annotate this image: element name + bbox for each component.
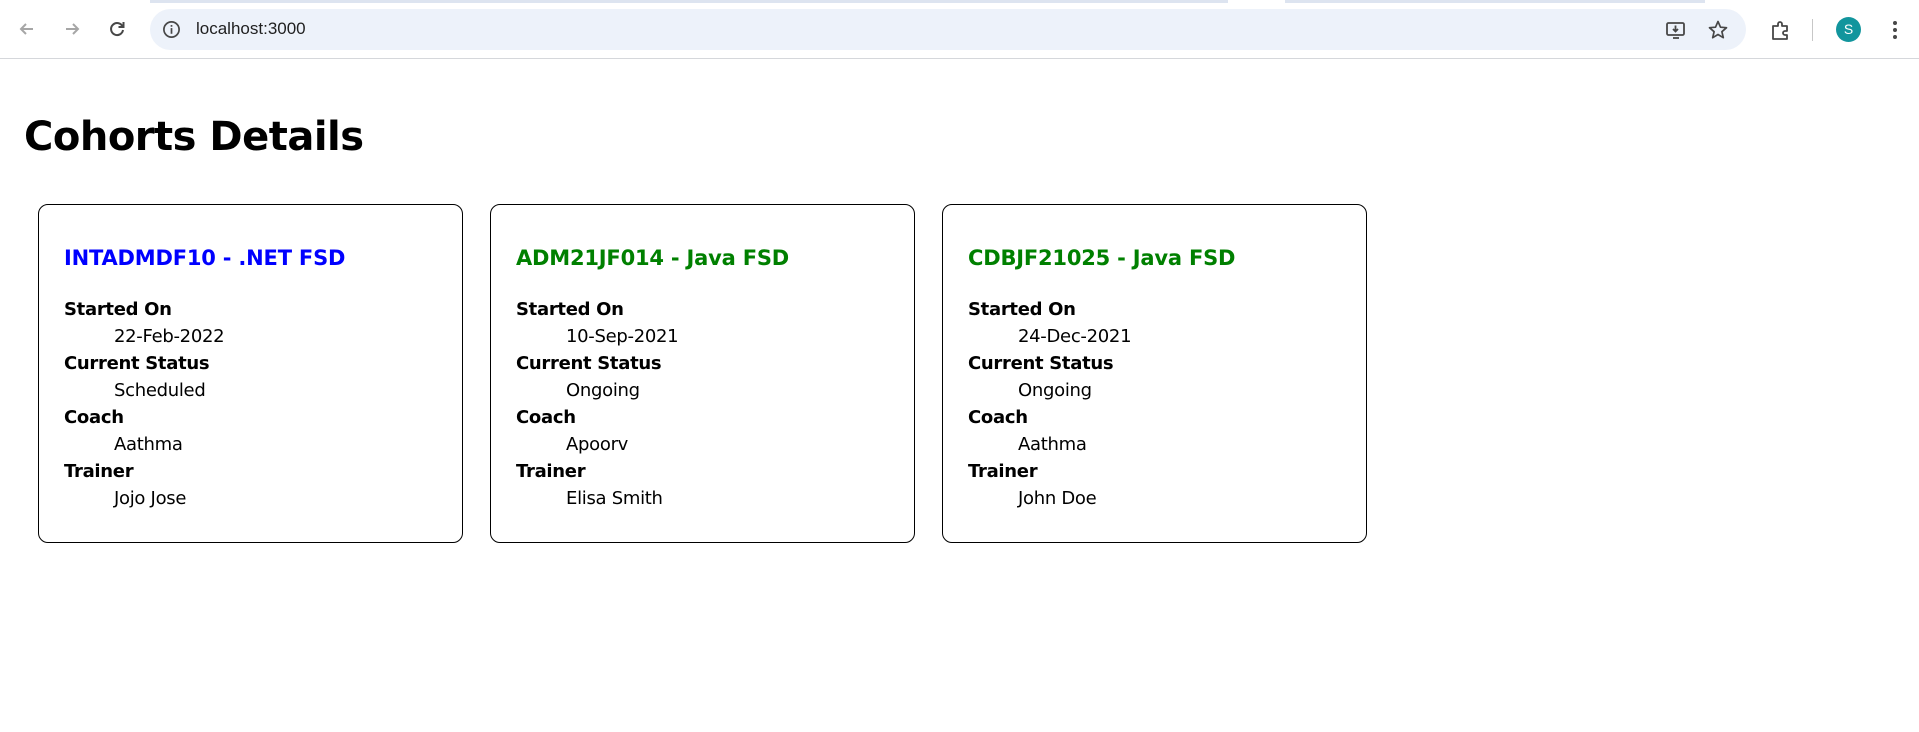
started-on-label: Started On [64,299,172,320]
puzzle-icon [1772,21,1788,40]
extensions-button[interactable] [1769,18,1793,42]
cohort-title: INTADMDF10 - .NET FSD [64,246,346,270]
profile-avatar[interactable]: S [1836,17,1861,42]
trainer-value: Jojo Jose [114,488,187,509]
arrow-right-icon [66,23,80,35]
bookmark-button[interactable] [1707,19,1729,41]
trainer-label: Trainer [516,461,586,482]
coach-value: Aathma [1018,434,1087,455]
page-title: Cohorts Details [24,114,364,160]
cohort-title: CDBJF21025 - Java FSD [968,246,1236,270]
started-on-value: 22-Feb-2022 [114,326,225,347]
started-on-value: 24-Dec-2021 [1018,326,1132,347]
kebab-menu-icon [1893,21,1897,39]
cohort-card: ADM21JF014 - Java FSD Started On 10-Sep-… [490,204,915,543]
address-bar[interactable]: localhost:3000 [150,9,1746,50]
coach-label: Coach [516,407,576,428]
reload-icon [110,22,125,37]
forward-button[interactable] [55,12,89,46]
install-app-icon [1666,22,1685,39]
address-url[interactable]: localhost:3000 [196,19,306,39]
back-button[interactable] [10,12,44,46]
trainer-label: Trainer [64,461,134,482]
status-value: Ongoing [1018,380,1092,401]
cohort-details: Started On 10-Sep-2021 Current Status On… [516,296,679,512]
tab-strip-edge [0,0,1919,3]
cohort-title: ADM21JF014 - Java FSD [516,246,789,270]
cohort-card: INTADMDF10 - .NET FSD Started On 22-Feb-… [38,204,463,543]
status-value: Ongoing [566,380,640,401]
status-value: Scheduled [114,380,206,401]
trainer-value: John Doe [1018,488,1097,509]
browser-menu-button[interactable] [1883,18,1907,42]
coach-label: Coach [64,407,124,428]
status-label: Current Status [968,353,1114,374]
cohort-details: Started On 24-Dec-2021 Current Status On… [968,296,1132,512]
toolbar-divider [1812,19,1813,41]
coach-label: Coach [968,407,1028,428]
cohort-details: Started On 22-Feb-2022 Current Status Sc… [64,296,225,512]
status-label: Current Status [516,353,662,374]
status-label: Current Status [64,353,210,374]
reload-button[interactable] [100,12,134,46]
page-content: Cohorts Details INTADMDF10 - .NET FSD St… [0,59,1919,732]
star-icon [1708,20,1728,39]
coach-value: Aathma [114,434,183,455]
trainer-value: Elisa Smith [566,488,663,509]
cohort-card: CDBJF21025 - Java FSD Started On 24-Dec-… [942,204,1367,543]
info-icon[interactable] [162,20,181,39]
started-on-value: 10-Sep-2021 [566,326,679,347]
browser-toolbar: localhost:3000 S [0,0,1919,59]
coach-value: Apoorv [566,434,629,455]
started-on-label: Started On [516,299,624,320]
trainer-label: Trainer [968,461,1038,482]
arrow-left-icon [19,23,33,35]
install-app-button[interactable] [1665,19,1687,41]
started-on-label: Started On [968,299,1076,320]
